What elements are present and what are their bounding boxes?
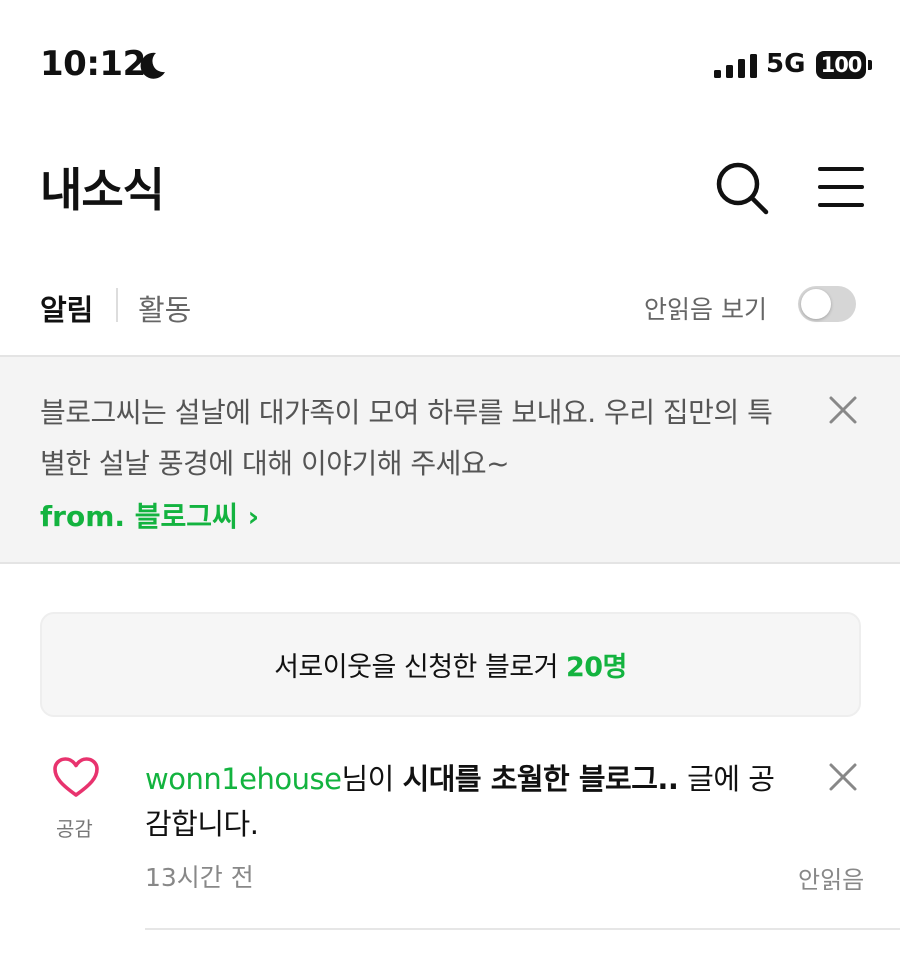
heart-icon: [53, 757, 99, 797]
search-icon[interactable]: [714, 160, 770, 216]
notification-divider: [145, 928, 900, 930]
unread-toggle[interactable]: [798, 286, 856, 322]
notification-text[interactable]: wonn1ehouse님이 시대를 초월한 블로그.. 글에 공감합니다.: [145, 757, 785, 847]
unread-toggle-label: 안읽음 보기: [644, 295, 767, 324]
tab-alert[interactable]: 알림: [40, 287, 93, 329]
tab-divider: [116, 288, 118, 322]
neighbor-request-box[interactable]: 서로이웃을 신청한 블로거 20명: [40, 612, 861, 717]
network-type: 5G: [766, 49, 806, 79]
neighbor-request-count: 20명: [565, 652, 627, 683]
notification-status: 안읽음: [798, 866, 865, 894]
notification-text-before: 님이: [341, 762, 403, 796]
page-title: 내소식: [40, 163, 165, 217]
notice-message: 블로그씨는 설날에 대가족이 모여 하루를 보내요. 우리 집만의 특별한 설날…: [40, 396, 773, 480]
heart-label: 공감: [56, 817, 93, 841]
close-icon[interactable]: [828, 395, 858, 425]
notification-time: 13시간 전: [145, 863, 254, 892]
close-icon[interactable]: [828, 762, 858, 792]
battery-tip: [868, 60, 872, 70]
status-bar: 10:12 5G 100: [0, 0, 900, 120]
notice-from-link[interactable]: from. 블로그씨 ›: [40, 495, 259, 535]
tab-activity[interactable]: 활동: [138, 287, 191, 329]
menu-icon[interactable]: [816, 164, 866, 210]
notification-user[interactable]: wonn1ehouse: [145, 762, 342, 796]
notice-banner: 블로그씨는 설날에 대가족이 모여 하루를 보내요. 우리 집만의 특별한 설날…: [0, 355, 900, 564]
status-time: 10:12: [40, 44, 146, 84]
moon-icon: [140, 52, 165, 79]
signal-icon: [714, 54, 757, 78]
toggle-knob: [801, 289, 831, 319]
neighbor-request-text: 서로이웃을 신청한 블로거: [274, 652, 558, 683]
notification-post-title[interactable]: 시대를 초월한 블로그..: [403, 762, 679, 796]
battery-icon: 100: [816, 51, 866, 79]
